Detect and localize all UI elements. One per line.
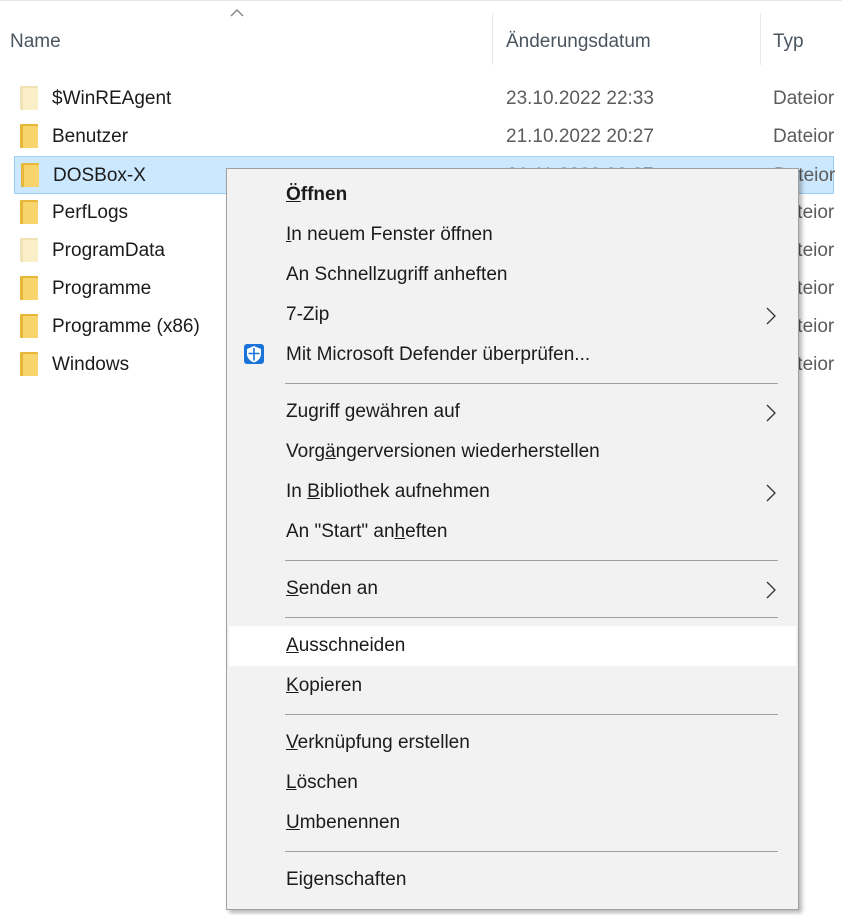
menu-item-label: Mit Microsoft Defender überprüfen...: [286, 344, 591, 365]
menu-item-in-neuem-fenster-oeffnen[interactable]: In neuem Fenster öffnen: [227, 215, 798, 255]
menu-item-label: An Schnellzugriff anheften: [286, 264, 508, 285]
folder-icon: [20, 200, 38, 224]
chevron-right-icon: [766, 484, 776, 502]
sort-ascending-icon: [230, 8, 244, 17]
menu-item-zugriff-gewaehren-auf[interactable]: Zugriff gewähren auf: [227, 392, 798, 432]
menu-item-umbenennen[interactable]: Umbenennen: [227, 803, 798, 843]
file-name: Windows: [52, 354, 130, 375]
chevron-right-icon: [766, 404, 776, 422]
menu-item-7-zip[interactable]: 7-Zip: [227, 295, 798, 335]
menu-item-loeschen[interactable]: Löschen: [227, 763, 798, 803]
file-date: 21.10.2022 20:27: [506, 126, 654, 147]
menu-item-senden-an[interactable]: Senden an: [227, 569, 798, 609]
column-divider[interactable]: [492, 13, 493, 65]
column-type-header[interactable]: Typ: [773, 31, 804, 53]
file-row[interactable]: $WinREAgent 23.10.2022 22:33 Dateior: [14, 80, 842, 118]
defender-shield-icon: [244, 344, 264, 364]
folder-icon: [20, 124, 38, 148]
folder-icon: [20, 352, 38, 376]
menu-item-label: Vorgängerversionen wiederherstellen: [286, 441, 600, 462]
file-name: PerfLogs: [52, 202, 129, 223]
column-name-header[interactable]: Name: [10, 31, 61, 53]
menu-item-label: Zugriff gewähren auf: [286, 401, 460, 422]
menu-item-an-schnellzugriff-anheften[interactable]: An Schnellzugriff anheften: [227, 255, 798, 295]
column-divider[interactable]: [760, 13, 761, 65]
folder-icon: [20, 314, 38, 338]
menu-item-label: Löschen: [286, 772, 358, 793]
menu-item-label: Umbenennen: [286, 812, 401, 833]
folder-pale-icon: [20, 86, 38, 110]
file-explorer: Name Änderungsdatum Typ $WinREAgent 23.10…: [0, 0, 842, 915]
file-name: Benutzer: [52, 126, 129, 147]
menu-item-in-bibliothek-aufnehmen[interactable]: In Bibliothek aufnehmen: [227, 472, 798, 512]
menu-separator: [285, 383, 778, 384]
menu-item-verknuepfung-erstellen[interactable]: Verknüpfung erstellen: [227, 723, 798, 763]
column-date-header[interactable]: Änderungsdatum: [506, 31, 651, 53]
menu-item-label: Öffnen: [286, 184, 348, 205]
menu-item-label: Ausschneiden: [286, 635, 406, 656]
menu-item-eigenschaften[interactable]: Eigenschaften: [227, 860, 798, 900]
file-type: Dateior: [773, 88, 835, 109]
folder-icon: [21, 163, 39, 187]
menu-item-mit-microsoft-defender-ueberpruefen[interactable]: Mit Microsoft Defender überprüfen...: [227, 335, 798, 375]
column-header-bar: Name Änderungsdatum Typ: [0, 0, 842, 65]
file-name: $WinREAgent: [52, 88, 172, 109]
chevron-right-icon: [766, 307, 776, 325]
context-menu: Öffnen In neuem Fenster öffnen An Schnellz…: [226, 168, 799, 910]
menu-item-an-start-anheften[interactable]: An "Start" anheften: [227, 512, 798, 552]
menu-item-vorgaengerversionen-wiederherstellen[interactable]: Vorgängerversionen wiederherstellen: [227, 432, 798, 472]
menu-separator: [285, 560, 778, 561]
menu-separator: [285, 617, 778, 618]
folder-icon: [20, 276, 38, 300]
file-name: Programme: [52, 278, 152, 299]
file-type: Dateior: [773, 126, 835, 147]
file-date: 23.10.2022 22:33: [506, 88, 654, 109]
file-name: Programme (x86): [52, 316, 200, 337]
menu-item-label: Verknüpfung erstellen: [286, 732, 470, 753]
file-row[interactable]: Benutzer 21.10.2022 20:27 Dateior: [14, 118, 842, 156]
menu-item-label: Eigenschaften: [286, 869, 407, 890]
menu-item-kopieren[interactable]: Kopieren: [227, 666, 798, 706]
menu-item-label: In neuem Fenster öffnen: [286, 224, 493, 245]
menu-item-oeffnen[interactable]: Öffnen: [227, 175, 798, 215]
chevron-right-icon: [766, 581, 776, 599]
folder-pale-icon: [20, 238, 38, 262]
menu-separator: [285, 851, 778, 852]
menu-item-ausschneiden[interactable]: Ausschneiden: [229, 626, 796, 666]
menu-item-label: 7-Zip: [286, 304, 330, 325]
menu-separator: [285, 714, 778, 715]
file-name: ProgramData: [52, 240, 165, 261]
file-name: DOSBox-X: [53, 165, 146, 186]
menu-item-label: In Bibliothek aufnehmen: [286, 481, 490, 502]
menu-item-label: Kopieren: [286, 675, 363, 696]
menu-item-label: An "Start" anheften: [286, 521, 448, 542]
menu-item-label: Senden an: [286, 578, 378, 599]
